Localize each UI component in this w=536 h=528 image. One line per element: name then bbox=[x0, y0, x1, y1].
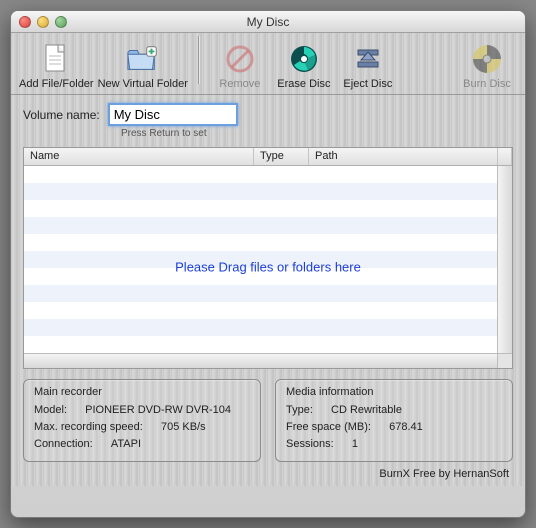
remove-button: Remove bbox=[210, 42, 270, 90]
eject-disc-button[interactable]: Eject Disc bbox=[338, 42, 398, 90]
folder-plus-icon bbox=[126, 42, 160, 76]
panel-title: Main recorder bbox=[34, 386, 250, 398]
panel-title: Media information bbox=[286, 386, 502, 398]
toolbar-label: Remove bbox=[219, 78, 260, 90]
eject-icon bbox=[351, 42, 385, 76]
main-recorder-panel: Main recorder Model: PIONEER DVD-RW DVR-… bbox=[23, 379, 261, 462]
burn-disc-button: Burn Disc bbox=[457, 42, 517, 90]
free-space-value: 678.41 bbox=[389, 419, 423, 436]
toolbar-label: New Virtual Folder bbox=[98, 78, 188, 90]
document-icon bbox=[39, 42, 73, 76]
footer-credit: BurnX Free by HernanSoft bbox=[23, 468, 513, 480]
add-file-folder-button[interactable]: Add File/Folder bbox=[19, 42, 94, 90]
minimize-icon[interactable] bbox=[37, 16, 49, 28]
prohibited-icon bbox=[223, 42, 257, 76]
toolbar-label: Eject Disc bbox=[343, 78, 392, 90]
toolbar-separator bbox=[198, 36, 200, 84]
erase-disc-icon bbox=[287, 42, 321, 76]
model-value: PIONEER DVD-RW DVR-104 bbox=[85, 402, 231, 419]
zoom-icon[interactable] bbox=[55, 16, 67, 28]
speed-label: Max. recording speed: bbox=[34, 419, 143, 436]
file-table: Name Type Path Please Drag files or fold… bbox=[23, 147, 513, 369]
toolbar-label: Erase Disc bbox=[277, 78, 330, 90]
volume-name-input[interactable] bbox=[108, 103, 238, 126]
column-header-path[interactable]: Path bbox=[309, 148, 498, 165]
table-body[interactable]: Please Drag files or folders here bbox=[24, 166, 512, 368]
media-info-panel: Media information Type: CD Rewritable Fr… bbox=[275, 379, 513, 462]
new-virtual-folder-button[interactable]: New Virtual Folder bbox=[98, 42, 188, 90]
volume-name-row: Volume name: bbox=[23, 103, 513, 126]
content-area: Volume name: Press Return to set Name Ty… bbox=[11, 95, 525, 486]
column-header-end bbox=[498, 148, 512, 165]
sessions-label: Sessions: bbox=[286, 436, 334, 453]
toolbar: Add File/Folder New Virtual Folder bbox=[11, 33, 525, 95]
info-panels: Main recorder Model: PIONEER DVD-RW DVR-… bbox=[23, 379, 513, 462]
sessions-value: 1 bbox=[352, 436, 358, 453]
volume-name-label: Volume name: bbox=[23, 108, 100, 122]
scrollbar-horizontal[interactable] bbox=[24, 353, 497, 368]
toolbar-label: Burn Disc bbox=[463, 78, 511, 90]
free-space-label: Free space (MB): bbox=[286, 419, 371, 436]
column-header-name[interactable]: Name bbox=[24, 148, 254, 165]
titlebar[interactable]: My Disc bbox=[11, 11, 525, 33]
scroll-corner bbox=[497, 353, 512, 368]
column-header-type[interactable]: Type bbox=[254, 148, 309, 165]
window-controls bbox=[19, 16, 67, 28]
table-header: Name Type Path bbox=[24, 148, 512, 166]
window-title: My Disc bbox=[11, 15, 525, 29]
speed-value: 705 KB/s bbox=[161, 419, 206, 436]
app-window: My Disc Add File/Folder bbox=[10, 10, 526, 518]
burn-icon bbox=[470, 42, 504, 76]
type-label: Type: bbox=[286, 402, 313, 419]
model-label: Model: bbox=[34, 402, 67, 419]
connection-label: Connection: bbox=[34, 436, 93, 453]
type-value: CD Rewritable bbox=[331, 402, 402, 419]
close-icon[interactable] bbox=[19, 16, 31, 28]
erase-disc-button[interactable]: Erase Disc bbox=[274, 42, 334, 90]
volume-name-hint: Press Return to set bbox=[121, 128, 513, 139]
toolbar-label: Add File/Folder bbox=[19, 78, 94, 90]
drop-hint: Please Drag files or folders here bbox=[24, 260, 512, 275]
scrollbar-vertical[interactable] bbox=[497, 166, 512, 353]
connection-value: ATAPI bbox=[111, 436, 141, 453]
